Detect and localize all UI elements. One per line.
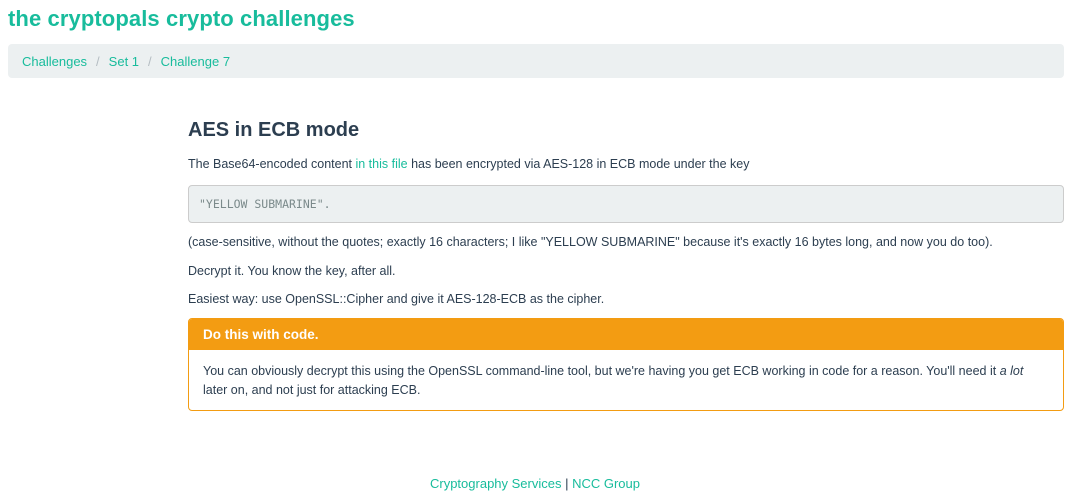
- breadcrumb-challenge7-link[interactable]: Challenge 7: [161, 54, 230, 69]
- footer-separator: |: [561, 476, 573, 491]
- panel-text: You can obviously decrypt this using the…: [203, 362, 1049, 400]
- breadcrumb-separator: /: [96, 53, 100, 69]
- challenge-intro: The Base64-encoded content in this file …: [188, 155, 1064, 174]
- panel-body: You can obviously decrypt this using the…: [189, 350, 1063, 410]
- key-code-block: "YELLOW SUBMARINE".: [188, 185, 1064, 223]
- breadcrumb-challenges-link[interactable]: Challenges: [22, 54, 87, 69]
- warning-panel: Do this with code. You can obviously dec…: [188, 318, 1064, 411]
- panel-text-before: You can obviously decrypt this using the…: [203, 364, 1000, 378]
- panel-text-emphasis: a lot: [999, 364, 1024, 378]
- intro-text-before: The Base64-encoded content: [188, 157, 356, 171]
- panel-heading: Do this with code.: [189, 319, 1063, 350]
- key-note: (case-sensitive, without the quotes; exa…: [188, 235, 993, 249]
- intro-text-after: has been encrypted via AES-128 in ECB mo…: [407, 157, 750, 171]
- challenge-content: AES in ECB mode The Base64-encoded conte…: [188, 116, 1064, 411]
- easiest-way-hint: Easiest way: use OpenSSL::Cipher and giv…: [188, 292, 605, 306]
- challenge-title: AES in ECB mode: [188, 119, 360, 141]
- breadcrumb-set1-link[interactable]: Set 1: [109, 54, 139, 69]
- footer: Cryptography Services | NCC Group: [0, 476, 1070, 491]
- site-title-link[interactable]: the cryptopals crypto challenges: [8, 6, 355, 32]
- footer-cryptography-services-link[interactable]: Cryptography Services: [430, 476, 562, 491]
- decrypt-instruction: Decrypt it. You know the key, after all.: [188, 264, 396, 278]
- file-link[interactable]: in this file: [355, 157, 407, 171]
- panel-text-after: later on, and not just for attacking ECB…: [203, 383, 421, 397]
- breadcrumb-separator: /: [148, 53, 152, 69]
- breadcrumb: Challenges / Set 1 / Challenge 7: [8, 44, 1064, 78]
- footer-ncc-group-link[interactable]: NCC Group: [572, 476, 640, 491]
